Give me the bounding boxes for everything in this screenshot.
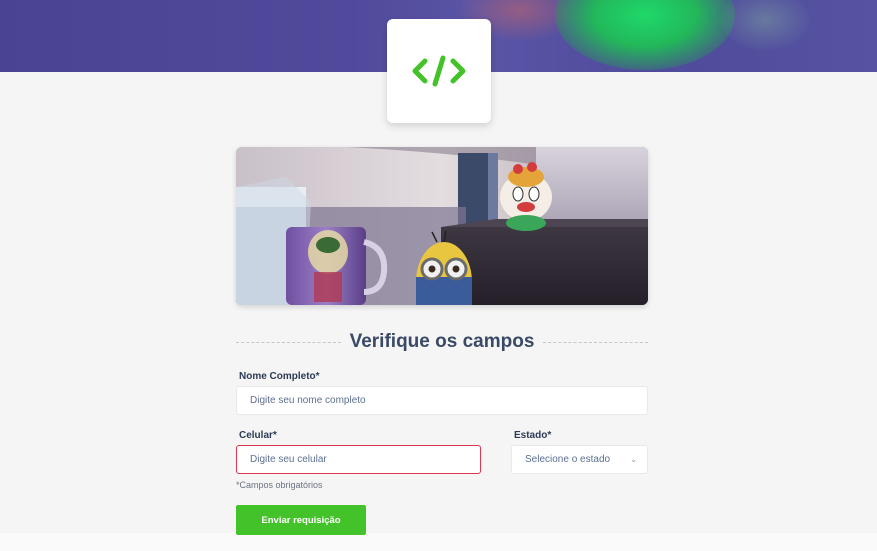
header-light-decoration [720,0,810,50]
footer-strip [0,533,877,551]
phone-label: Celular* [239,430,277,441]
section-header: Verifique os campos [236,330,648,354]
desk-toys-illustration [236,147,648,305]
phone-input[interactable]: Digite seu celular [236,445,481,474]
divider-left [236,341,341,343]
divider-right [542,341,648,343]
state-select-value: Selecione o estado [525,454,611,465]
code-brackets-icon [412,55,466,87]
required-fields-note: *Campos obrigatórios [236,480,323,490]
state-select[interactable]: Selecione o estado ⌄ [511,445,648,474]
phone-placeholder: Digite seu celular [250,454,327,465]
page-title: Verifique os campos [349,331,535,352]
submit-button[interactable]: Enviar requisição [236,505,366,535]
name-label: Nome Completo* [239,371,320,382]
full-name-input[interactable]: Digite seu nome completo [236,386,648,415]
banner-photo [236,147,648,305]
full-name-placeholder: Digite seu nome completo [250,395,366,406]
header-green-toy-decoration [555,0,735,70]
state-label: Estado* [514,430,552,441]
logo-card [387,19,491,123]
chevron-down-icon: ⌄ [630,455,637,464]
